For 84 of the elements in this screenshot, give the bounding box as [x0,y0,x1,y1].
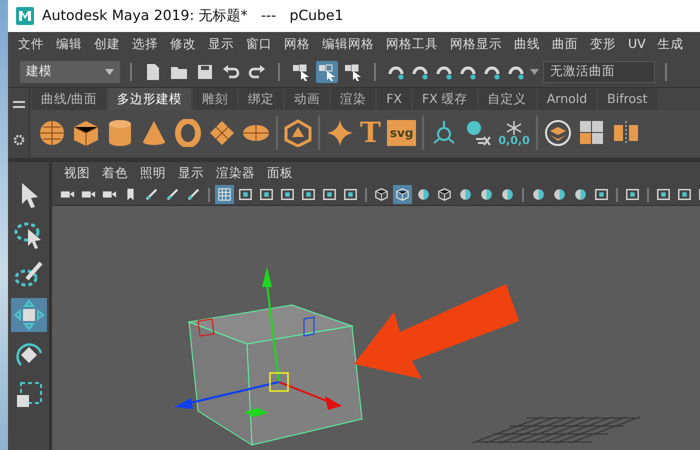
menu-item[interactable]: 编辑 [50,34,88,54]
sparkle-icon[interactable] [326,119,354,147]
menu-item[interactable]: UV [622,34,652,54]
menu-item[interactable]: 文件 [12,34,50,54]
shelf-tab[interactable]: FX 缓存 [412,88,477,110]
sphere-icon [416,187,431,202]
shelf-tab[interactable]: 绑定 [239,88,284,110]
frame-icon [322,187,337,202]
menu-item[interactable]: 网格显示 [444,34,508,54]
menu-item[interactable]: 生成 [652,34,690,54]
menu-item[interactable]: 曲线 [508,34,546,54]
sphere-icon [458,187,473,202]
torus-icon[interactable] [174,119,202,147]
frame-icon [625,187,640,202]
sphere-icon [500,187,515,202]
shelf-tab[interactable]: 动画 [285,88,330,110]
layers-icon[interactable] [544,119,572,147]
sphere-icon[interactable] [38,119,66,147]
wireframe-cube-icon [437,187,452,202]
sphere-icon [573,187,588,202]
menu-item[interactable]: 网格 [278,34,316,54]
panel-menu-item[interactable]: 显示 [172,164,210,182]
shelf-tab[interactable]: 渲染 [331,88,376,110]
frame-icon [677,187,692,202]
live-surface-field[interactable]: 无激活曲面 [543,60,655,82]
menu-item[interactable]: 网格工具 [380,34,444,54]
panel-menu-item[interactable]: 面板 [261,164,299,182]
sphere-icon [531,187,546,202]
pen-icon [186,187,201,202]
menu-set-dropdown[interactable]: 建模 [20,60,120,82]
menu-item[interactable]: 编辑网格 [316,34,380,54]
menu-item[interactable]: 修改 [164,34,202,54]
frame-icon [259,187,274,202]
plane-icon[interactable] [208,119,236,147]
pen-icon [144,187,159,202]
menu-item[interactable]: 选择 [126,34,164,54]
shelf-tab[interactable]: 多边形建模 [108,88,192,110]
grid-icon [217,187,232,202]
frame-icon [238,187,253,202]
shelf-tab[interactable]: FX [377,88,411,110]
frame-icon [594,187,609,202]
move-tool-button[interactable] [10,298,46,332]
menu-item[interactable]: 曲面 [546,34,584,54]
menu-item[interactable]: 变形 [584,34,622,54]
caret-icon[interactable] [530,68,539,74]
wireframe-cube-icon [395,187,410,202]
menu-item[interactable]: 创建 [88,34,126,54]
polyhedron-icon[interactable] [284,119,312,147]
frame-icon [656,187,671,202]
move-tool-icon [12,299,44,331]
cylinder-icon[interactable] [106,119,134,147]
shelf-tab[interactable]: Arnold [538,88,596,110]
text-tool-icon[interactable]: T [360,119,381,147]
frame-icon [301,187,316,202]
frame-icon [280,187,295,202]
svg-tool-icon[interactable]: svg [386,120,416,146]
pen-icon [165,187,180,202]
panel-menu-item[interactable]: 着色 [96,164,134,182]
sphere-icon [552,187,567,202]
panel-menu-item[interactable]: 视图 [58,164,96,182]
maya-logo-icon [16,7,34,25]
caret-icon [105,68,114,74]
menu-icon[interactable] [12,100,24,108]
shelf-tab[interactable]: 曲线/曲面 [32,88,106,110]
shelf-tab[interactable]: Bifrost [598,88,657,110]
frame-icon [343,187,358,202]
wireframe-cube-icon [374,187,389,202]
cube-icon[interactable] [72,119,100,147]
cone-icon[interactable] [140,119,168,147]
blocks-icon[interactable] [578,119,606,147]
panel-menu-item[interactable]: 渲染器 [210,164,261,182]
wireframe-cube-button[interactable] [393,185,412,204]
settings-icon[interactable] [12,134,24,146]
window-title: Autodesk Maya 2019: 无标题* --- pCube1 [42,6,344,26]
move-manipulator[interactable] [174,267,342,417]
selection-mode-button[interactable] [316,60,338,82]
grid-button[interactable] [215,185,234,204]
sphere-icon [479,187,494,202]
shelf-tab[interactable]: 自定义 [478,88,536,110]
cube-drawing[interactable] [187,304,363,446]
menu-item[interactable]: 窗口 [240,34,278,54]
shelf-tab[interactable]: 雕刻 [193,88,238,110]
menu-item[interactable]: 显示 [202,34,240,54]
panel-menu-item[interactable]: 照明 [134,164,172,182]
